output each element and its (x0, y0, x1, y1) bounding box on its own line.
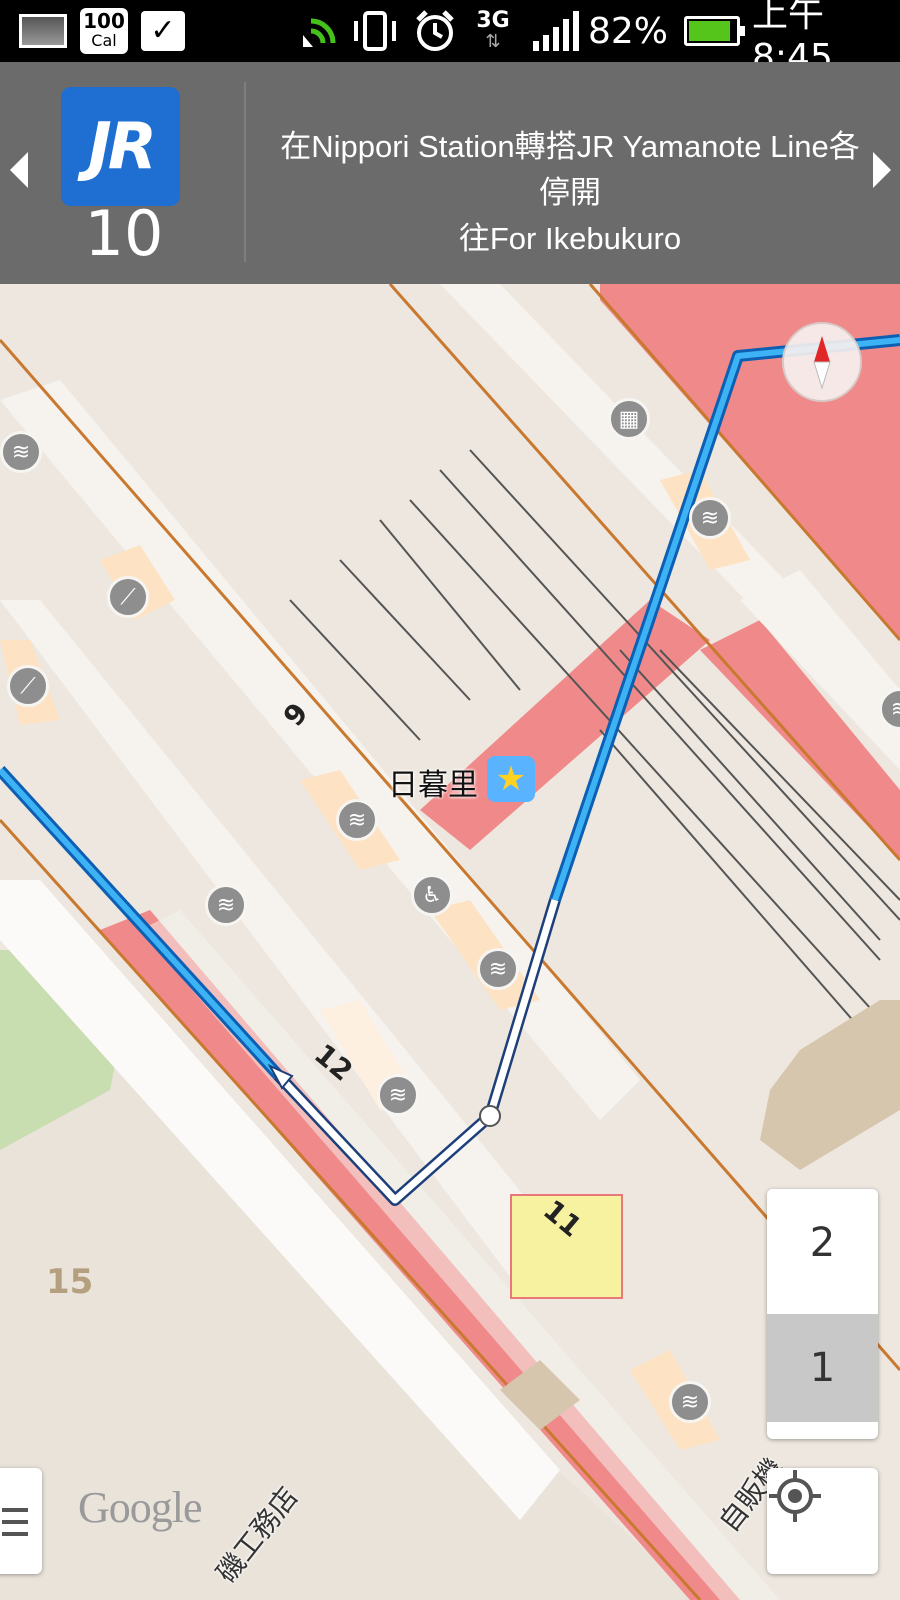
stairs-icon[interactable]: ≋ (377, 1074, 419, 1116)
jr-logo: JR (61, 87, 180, 206)
compass-button[interactable] (782, 322, 862, 402)
calorie-icon: 100 Cal (80, 0, 128, 62)
signal-icon (528, 0, 580, 62)
stairs-icon[interactable]: ≋ (689, 497, 731, 539)
vibrate-icon (350, 0, 400, 62)
escalator-icon[interactable]: ⟋ (107, 576, 149, 618)
menu-icon-line (2, 1520, 28, 1524)
stairs-icon[interactable]: ≋ (205, 884, 247, 926)
map-view[interactable]: ≋ ⟋ ⟋ ▦ ≋ ≋ ≋ ≋ ♿ ≋ ≋ ≋ 9 12 11 日暮里 ★ 15… (0, 284, 900, 1600)
station-star-icon[interactable]: ★ (487, 756, 535, 802)
calorie-unit: Cal (91, 31, 117, 50)
battery-fill (689, 21, 730, 41)
header-divider (244, 82, 246, 262)
status-bar: 100 Cal ✓ 3G ⇅ 82% 上午8:45 (0, 0, 900, 78)
battery-icon (680, 0, 745, 62)
floor-2-button[interactable]: 2 (767, 1189, 878, 1297)
compass-needle-icon (813, 336, 831, 390)
calorie-value: 100 (83, 9, 125, 33)
battery-percent: 82% (588, 10, 669, 52)
alarm-icon (410, 0, 460, 62)
block-number: 15 (46, 1262, 94, 1302)
previous-step-button[interactable] (10, 152, 28, 188)
instruction-line-1: 在Nippori Station轉搭JR Yamanote Line各停開 (280, 129, 860, 210)
transit-instruction: 在Nippori Station轉搭JR Yamanote Line各停開 往F… (270, 124, 870, 262)
menu-icon-line (2, 1532, 28, 1536)
network-type: 3G (476, 8, 510, 33)
escalator-icon[interactable]: ⟋ (7, 665, 49, 707)
ticket-gate-icon[interactable]: ▦ (608, 398, 650, 440)
data-3g-icon: 3G ⇅ (476, 8, 510, 52)
google-attribution: Google (78, 1483, 203, 1532)
instruction-line-2: 往For Ikebukuro (458, 221, 682, 256)
crosshair-icon (769, 1470, 821, 1522)
accessible-toilet-icon[interactable]: ♿ (411, 874, 453, 916)
stairs-icon[interactable]: ≋ (336, 799, 378, 841)
next-step-button[interactable] (873, 152, 891, 188)
floor-1-button[interactable]: 1 (767, 1314, 878, 1422)
stairs-icon[interactable]: ≋ (669, 1381, 711, 1423)
menu-button[interactable] (0, 1468, 42, 1574)
gallery-icon (16, 0, 70, 62)
menu-icon (2, 1508, 28, 1512)
task-done-icon: ✓ (140, 0, 186, 62)
my-location-button[interactable] (767, 1468, 878, 1574)
stairs-icon[interactable]: ≋ (0, 431, 42, 473)
transit-step-header: JR 10 站 在Nippori Station轉搭JR Yamanote Li… (0, 62, 900, 357)
map-canvas (0, 284, 900, 1600)
jr-logo-text: JR (87, 109, 157, 184)
stairs-icon[interactable]: ≋ (477, 948, 519, 990)
station-name-label[interactable]: 日暮里 (388, 760, 478, 804)
floor-selector: 2 1 (767, 1189, 878, 1439)
wifi-calling-icon (296, 0, 342, 62)
clock: 上午8:45 (752, 0, 833, 78)
